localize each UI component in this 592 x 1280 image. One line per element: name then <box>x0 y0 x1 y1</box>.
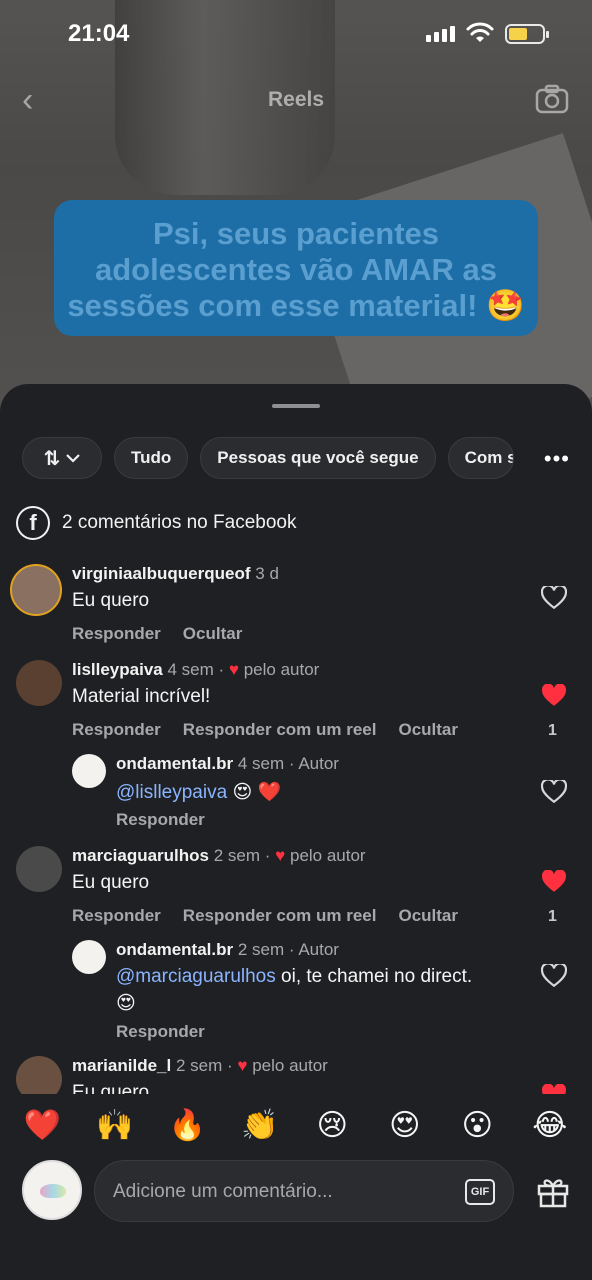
comment-text-line2: 😍 <box>116 993 136 1014</box>
avatar[interactable] <box>10 564 62 616</box>
reply-button[interactable]: Responder <box>116 1022 205 1042</box>
hide-button[interactable]: Ocultar <box>398 720 458 740</box>
like-count: 1 <box>548 722 557 739</box>
filter-chip-with[interactable]: Com s <box>447 437 514 479</box>
comment-actions: Responder Responder com um reel Ocultar <box>72 720 458 740</box>
facebook-comments-link[interactable]: f 2 comentários no Facebook <box>16 506 296 540</box>
heart-filled-icon[interactable] <box>541 1084 567 1094</box>
heart-filled-icon[interactable] <box>541 684 567 708</box>
gif-button[interactable]: GIF <box>465 1179 495 1205</box>
avatar[interactable] <box>16 660 62 706</box>
comment-text: Eu quero <box>72 590 150 611</box>
hide-button[interactable]: Ocultar <box>398 906 458 926</box>
camera-icon[interactable] <box>535 84 569 114</box>
reply-button[interactable]: Responder <box>72 906 161 926</box>
battery-icon <box>505 24 549 44</box>
status-time: 21:04 <box>68 20 130 47</box>
emoji-clap-button[interactable]: 👏 <box>235 1108 285 1143</box>
comment-text: Material incrível! <box>72 686 211 707</box>
more-options-icon[interactable]: ••• <box>544 446 570 472</box>
liked-by-author-heart-icon: ♥ <box>237 1056 248 1075</box>
mention-link[interactable]: @lislleypaiva <box>116 782 227 803</box>
reply-button[interactable]: Responder <box>116 810 205 830</box>
facebook-comments-label: 2 comentários no Facebook <box>62 512 297 533</box>
heart-outline-icon[interactable] <box>541 964 567 988</box>
chevron-down-icon <box>66 454 81 463</box>
emoji-quick-bar: ❤️ 🙌 🔥 👏 😢 😍 😮 😂 <box>0 1100 592 1150</box>
liked-by-author-heart-icon: ♥ <box>228 660 239 679</box>
avatar[interactable] <box>72 940 106 974</box>
sort-icon: ⇅ <box>43 447 61 470</box>
reply-with-reel-button[interactable]: Responder com um reel <box>183 906 377 926</box>
comment-text: @marciaguarulhos oi, te chamei no direct… <box>116 966 473 987</box>
emoji-fire-button[interactable]: 🔥 <box>162 1108 212 1143</box>
comments-list: virginiaalbuquerqueof 3 d Eu quero Respo… <box>0 554 592 1094</box>
heart-filled-icon[interactable] <box>541 870 567 894</box>
my-avatar <box>22 1160 82 1220</box>
gift-icon[interactable] <box>536 1174 570 1208</box>
comment-input-placeholder: Adicione um comentário... <box>113 1181 333 1202</box>
comment-actions: Responder Responder com um reel Ocultar <box>72 906 458 926</box>
page-title: Reels <box>267 88 325 111</box>
emoji-raised-hands-button[interactable]: 🙌 <box>90 1108 140 1143</box>
comment-filters: ⇅ Tudo Pessoas que você segue Com s <box>22 436 592 480</box>
emoji-heart-button[interactable]: ❤️ <box>17 1108 67 1143</box>
reply-button[interactable]: Responder <box>72 624 161 644</box>
emoji-surprised-button[interactable]: 😮 <box>452 1108 502 1143</box>
wifi-icon <box>466 22 494 42</box>
comment-text: @lislleypaiva 😍 ❤️ <box>116 782 282 803</box>
reply-button[interactable]: Responder <box>72 720 161 740</box>
comment-username[interactable]: ondamental.br 2 sem · Autor <box>116 940 339 960</box>
reels-header: ‹ Reels <box>0 80 592 120</box>
comment-text: Eu quero <box>72 872 150 893</box>
cellular-signal-icon <box>426 26 455 42</box>
liked-by-author-heart-icon: ♥ <box>275 846 286 865</box>
comment-composer: Adicione um comentário... GIF <box>0 1160 592 1280</box>
facebook-icon: f <box>16 506 50 540</box>
comment-username[interactable]: marciaguarulhos 2 sem · ♥ pelo autor <box>72 846 366 866</box>
sort-button[interactable]: ⇅ <box>22 437 102 479</box>
emoji-laughing-button[interactable]: 😂 <box>525 1108 575 1143</box>
comment-text: Eu quero <box>72 1082 150 1094</box>
like-count: 1 <box>548 908 557 925</box>
comment-actions: Responder <box>116 810 205 830</box>
comment-actions: Responder <box>116 1022 205 1042</box>
avatar[interactable] <box>72 754 106 788</box>
comment-input[interactable]: Adicione um comentário... GIF <box>94 1160 514 1222</box>
heart-outline-icon[interactable] <box>541 586 567 610</box>
emoji-crying-button[interactable]: 😢 <box>307 1108 357 1143</box>
hide-button[interactable]: Ocultar <box>183 624 243 644</box>
mention-link[interactable]: @marciaguarulhos <box>116 966 276 987</box>
comment-username[interactable]: lislleypaiva 4 sem · ♥ pelo autor <box>72 660 319 680</box>
reply-with-reel-button[interactable]: Responder com um reel <box>183 720 377 740</box>
comment-username[interactable]: ondamental.br 4 sem · Autor <box>116 754 339 774</box>
avatar[interactable] <box>16 1056 62 1094</box>
filter-chip-following[interactable]: Pessoas que você segue <box>200 437 436 479</box>
video-caption: Psi, seus pacientes adolescentes vão AMA… <box>54 200 538 336</box>
heart-outline-icon[interactable] <box>541 780 567 804</box>
avatar[interactable] <box>16 846 62 892</box>
status-bar: 21:04 <box>0 0 592 70</box>
emoji-heart-eyes-button[interactable]: 😍 <box>380 1108 430 1143</box>
sheet-drag-handle[interactable] <box>272 404 320 408</box>
filter-chip-all[interactable]: Tudo <box>114 437 189 479</box>
lotus-logo-icon <box>40 1184 66 1198</box>
comment-username[interactable]: virginiaalbuquerqueof 3 d <box>72 564 279 584</box>
comment-actions: Responder Ocultar <box>72 624 242 644</box>
comment-username[interactable]: marianilde_l 2 sem · ♥ pelo autor <box>72 1056 328 1076</box>
